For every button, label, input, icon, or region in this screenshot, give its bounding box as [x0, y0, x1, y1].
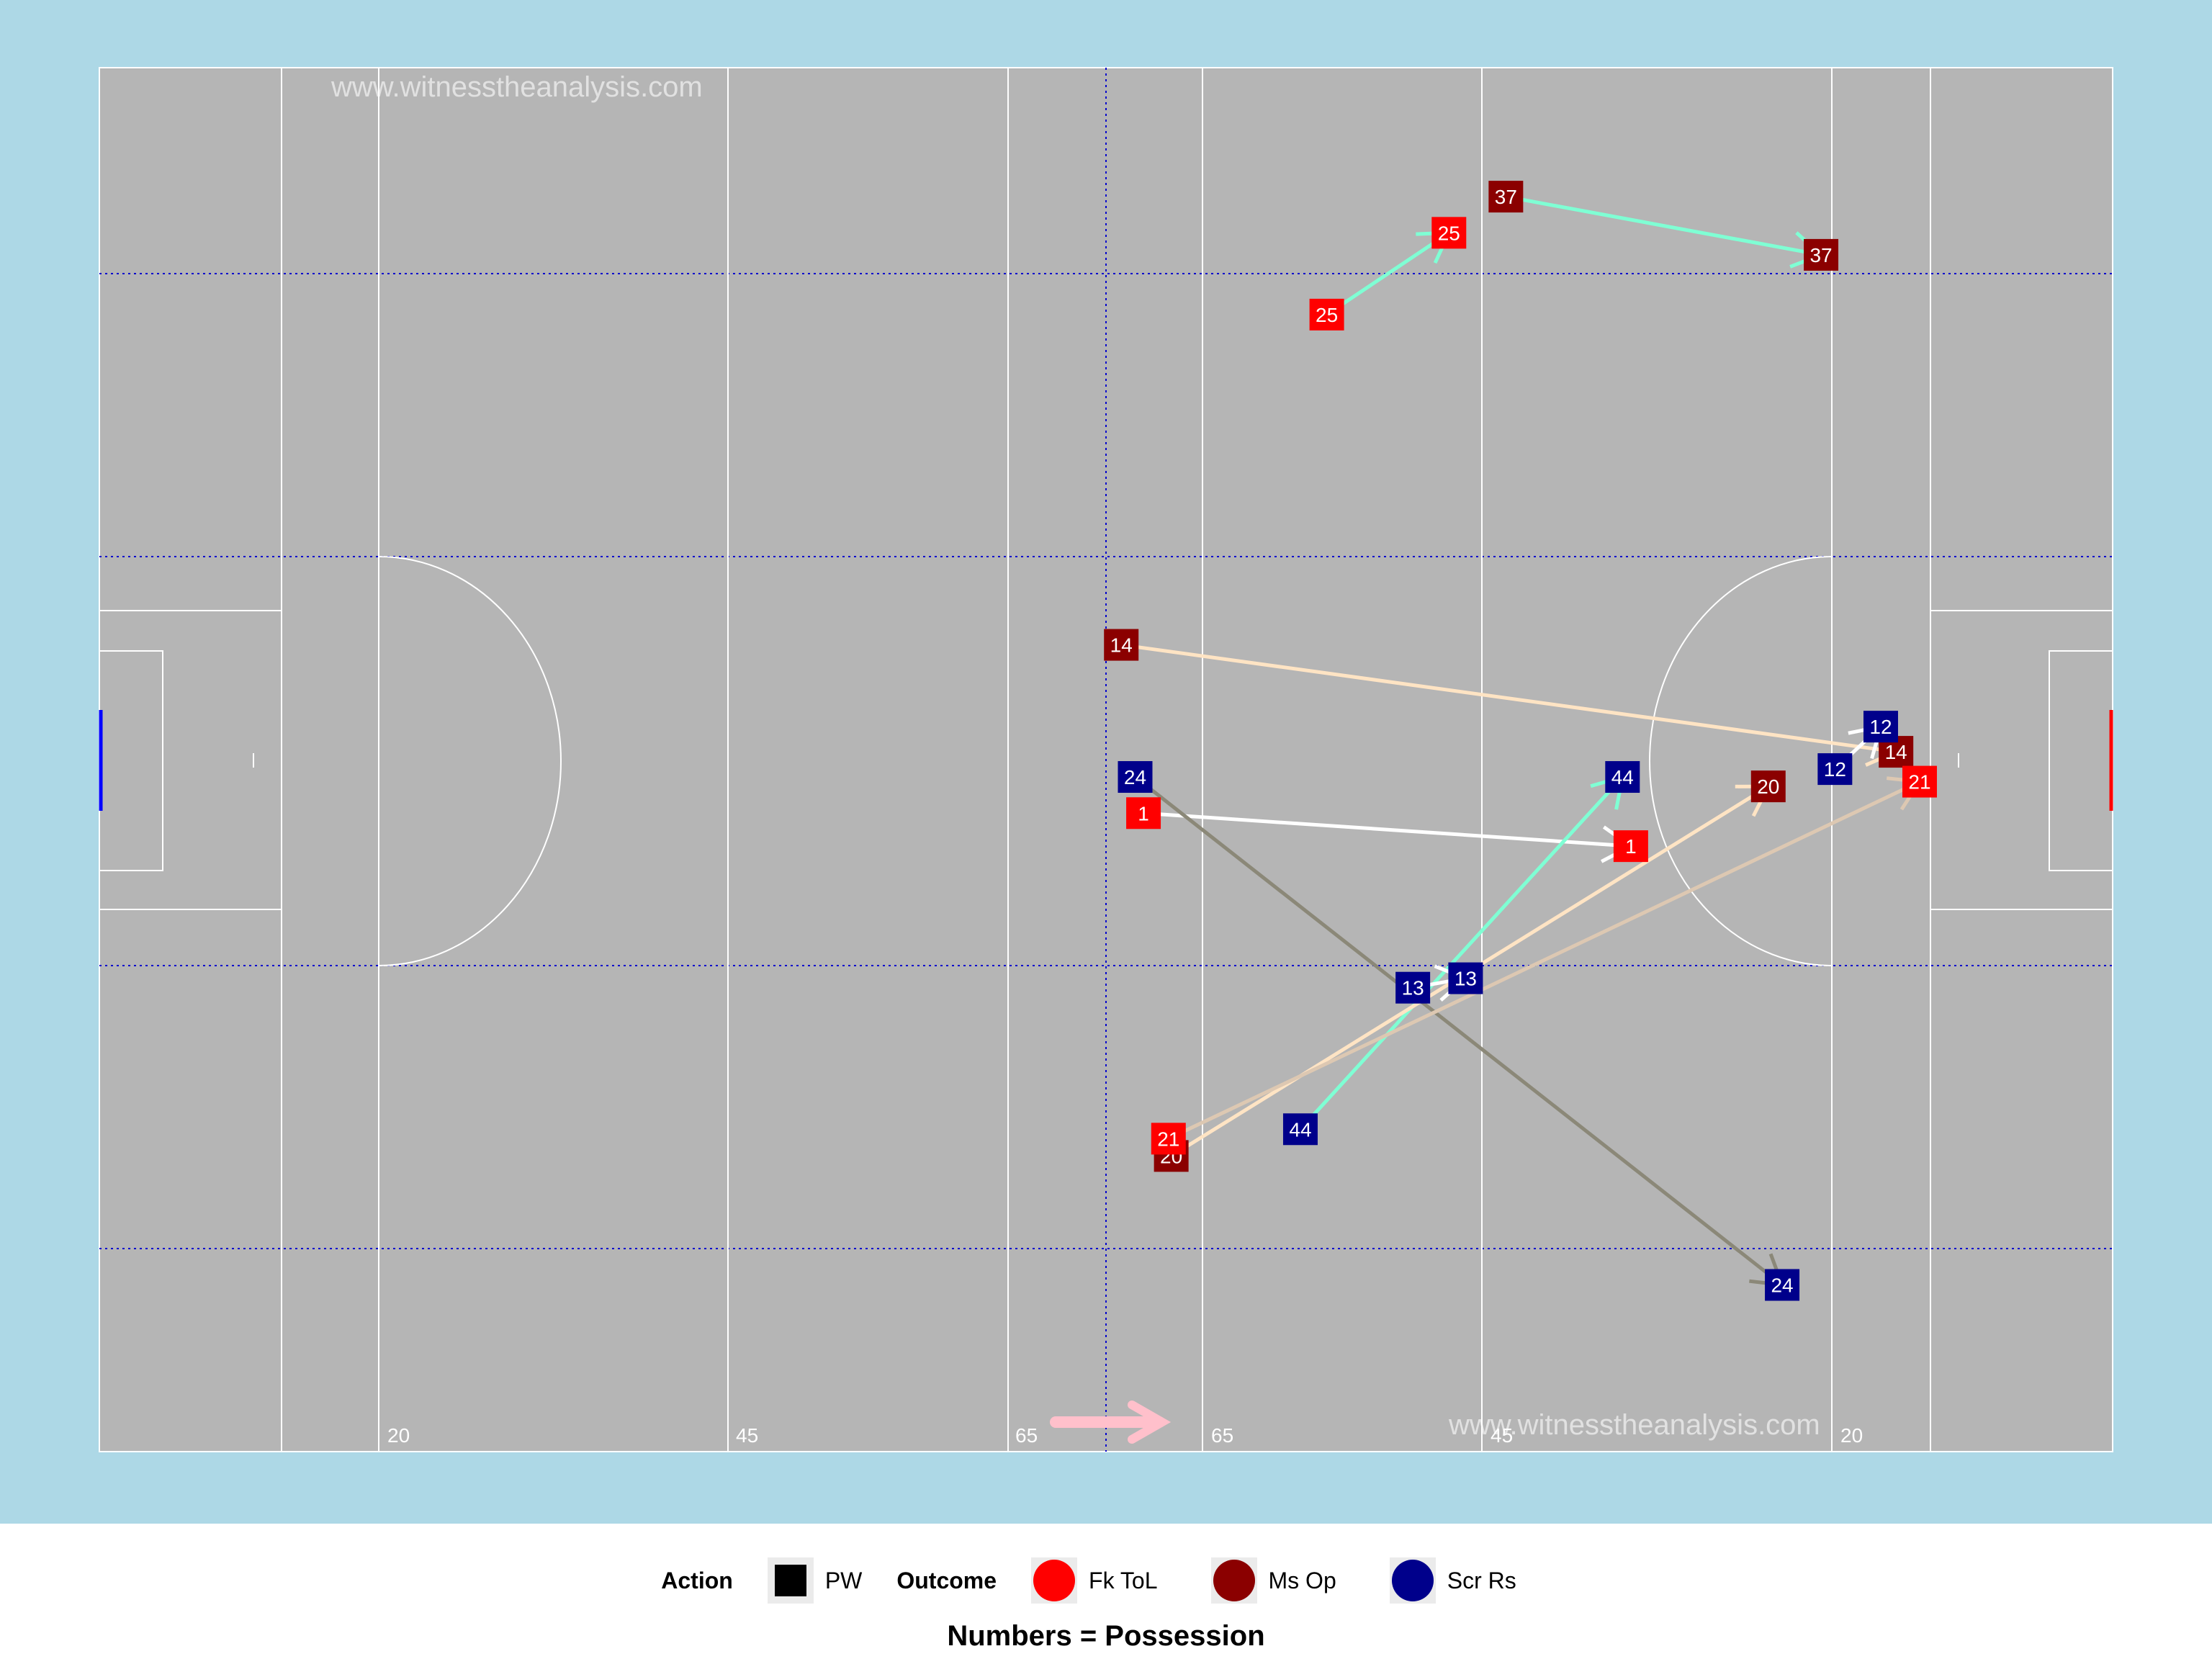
marking-label: 45	[736, 1424, 758, 1447]
marking-label: 65	[1015, 1424, 1038, 1447]
possession-label: 25	[1316, 304, 1338, 326]
legend-key	[1389, 1557, 1436, 1604]
possession-label: 1	[1625, 835, 1637, 858]
possession-label: 13	[1455, 968, 1477, 990]
watermark-bottom: www.witnesstheanalysis.com	[1448, 1409, 1820, 1441]
legend-key	[1210, 1557, 1257, 1604]
possession-label: 14	[1885, 741, 1907, 763]
event-marker: 20	[1750, 770, 1786, 803]
event-marker: 1	[1126, 797, 1161, 830]
possession-label: 44	[1289, 1118, 1311, 1141]
event-marker: 44	[1605, 761, 1640, 793]
event-marker: 12	[1817, 753, 1853, 786]
possession-label: 20	[1757, 775, 1779, 798]
possession-label: 37	[1495, 186, 1517, 208]
watermark-top: www.witnesstheanalysis.com	[331, 71, 703, 103]
possession-label: 37	[1809, 244, 1832, 266]
event-marker: 25	[1431, 217, 1467, 249]
possession-label: 25	[1438, 222, 1460, 244]
marking-label: 65	[1211, 1424, 1233, 1447]
square-marker-icon	[774, 1565, 806, 1596]
legend-action-title: Action	[661, 1567, 733, 1593]
legend-label: PW	[824, 1567, 863, 1593]
possession-label: 14	[1110, 634, 1133, 657]
event-marker: 13	[1448, 962, 1483, 994]
legend-outcome-item: Ms Op	[1210, 1557, 1352, 1604]
event-marker: 25	[1309, 298, 1344, 331]
legend-outcome-item: Scr Rs	[1389, 1557, 1532, 1604]
possession-label: 13	[1402, 977, 1424, 999]
legend-label: Scr Rs	[1447, 1567, 1516, 1593]
possession-label: 44	[1611, 766, 1634, 788]
possession-label: 12	[1869, 716, 1892, 738]
event-marker: 44	[1282, 1113, 1318, 1146]
possession-label: 21	[1908, 771, 1930, 793]
event-marker: 37	[1488, 181, 1524, 213]
event-marker: 21	[1902, 765, 1937, 798]
legend: Action PW Outcome Fk ToL Ms Op Scr Rs	[0, 1548, 2212, 1613]
plot-panel: 20 45 65 65 45 20 www.witnesstheanalysis…	[0, 0, 2212, 1524]
event-marker: 24	[1765, 1269, 1800, 1301]
event-marker: 37	[1804, 238, 1839, 271]
legend-key	[1031, 1557, 1078, 1604]
event-marker: 1	[1613, 830, 1648, 863]
event-marker: 14	[1104, 629, 1139, 661]
event-marker: 12	[1863, 711, 1898, 743]
legend-label: Ms Op	[1268, 1567, 1336, 1593]
event-marker: 21	[1151, 1123, 1186, 1155]
legend-key	[767, 1557, 814, 1604]
legend-label: Fk ToL	[1089, 1567, 1158, 1593]
circle-marker-icon	[1033, 1560, 1076, 1601]
possession-label: 24	[1771, 1274, 1793, 1296]
marking-label: 20	[1840, 1424, 1863, 1447]
legend-outcome-item: Fk ToL	[1031, 1557, 1173, 1604]
pitch-chart: 20 45 65 65 45 20 www.witnesstheanalysis…	[99, 67, 2113, 1452]
possession-label: 24	[1124, 766, 1146, 788]
legend-action-item: PW	[767, 1557, 878, 1604]
chart-caption: Numbers = Possession	[947, 1620, 1265, 1652]
event-marker: 13	[1395, 971, 1431, 1004]
possession-label: 21	[1157, 1128, 1179, 1150]
possession-label: 12	[1824, 758, 1846, 781]
possession-label: 1	[1138, 802, 1149, 824]
legend-outcome-title: Outcome	[896, 1567, 997, 1593]
marking-label: 20	[387, 1424, 410, 1447]
event-marker: 24	[1118, 761, 1153, 793]
circle-marker-icon	[1213, 1560, 1255, 1601]
circle-marker-icon	[1391, 1560, 1434, 1601]
